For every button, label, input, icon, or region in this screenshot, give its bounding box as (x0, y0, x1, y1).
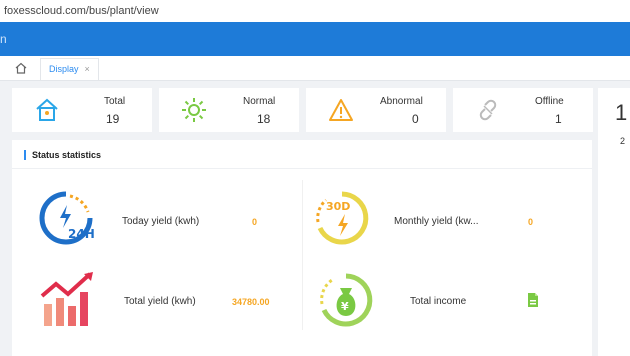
30d-icon: 30D (316, 191, 369, 245)
status-card-normal[interactable]: Normal 18 (159, 88, 299, 132)
svg-text:24H: 24H (68, 227, 95, 241)
tab-label: Display (49, 64, 79, 74)
status-label: Normal (243, 96, 276, 107)
url-text: foxesscloud.com/bus/plant/view (4, 5, 159, 17)
status-value: 18 (257, 112, 271, 126)
status-label: Total (104, 96, 126, 107)
top-header-bar: n (0, 22, 630, 56)
status-label: Abnormal (380, 96, 423, 107)
status-value: 0 (412, 112, 419, 126)
status-statistics-panel: Status statistics 24H Today yield (kwh) … (12, 140, 592, 356)
panel-column-divider (302, 180, 303, 330)
tab-display[interactable]: Display × (40, 58, 99, 80)
metric-value: 0 (252, 217, 258, 227)
metric-label: Monthly yield (kw... (394, 216, 479, 227)
metric-value: 34780.00 (232, 297, 270, 307)
document-icon[interactable] (526, 292, 540, 308)
home-icon[interactable] (14, 61, 28, 75)
metric-value: 0 (528, 217, 534, 227)
tab-close-icon[interactable]: × (85, 64, 90, 74)
tab-bar: Display × (0, 56, 630, 81)
status-card-total[interactable]: Total 19 (12, 88, 152, 132)
summary-big-number: 1 (615, 100, 628, 125)
status-card-offline[interactable]: Offline 1 (453, 88, 593, 132)
status-card-abnormal[interactable]: Abnormal 0 (306, 88, 446, 132)
house-icon (36, 98, 58, 121)
status-value: 1 (555, 112, 562, 126)
metric-label: Today yield (kwh) (122, 216, 200, 227)
panel-title: Status statistics (24, 150, 101, 160)
header-edge-text: n (0, 32, 7, 46)
svg-text:30D: 30D (326, 200, 350, 213)
svg-text:¥: ¥ (341, 300, 349, 313)
metric-label: Total income (410, 296, 467, 307)
status-value: 19 (106, 112, 120, 126)
metric-label: Total yield (kwh) (124, 296, 196, 307)
24h-icon: 24H (39, 191, 95, 245)
sun-icon (182, 98, 206, 122)
money-bag-icon: ¥ (320, 273, 373, 327)
right-summary-panel: 1 2 (598, 88, 630, 356)
bar-chart-trend-icon (40, 272, 93, 326)
broken-link-icon (479, 99, 497, 121)
address-bar[interactable]: foxesscloud.com/bus/plant/view (0, 0, 630, 22)
panel-divider (12, 168, 592, 169)
status-label: Offline (535, 96, 564, 107)
summary-small-number: 2 (620, 136, 626, 146)
warning-icon (329, 99, 353, 121)
